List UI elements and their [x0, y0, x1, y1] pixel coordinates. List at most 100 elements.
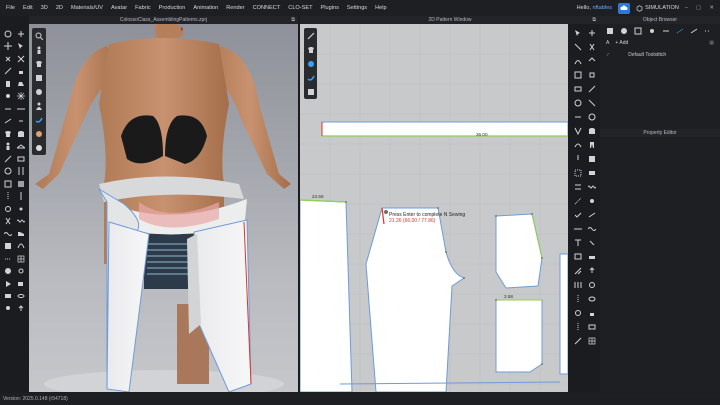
zipper-icon[interactable]: [4, 192, 13, 201]
pattern-side-top[interactable]: [495, 213, 543, 289]
garment-icon[interactable]: [4, 79, 13, 88]
select-icon[interactable]: [17, 42, 26, 51]
jacket-icon[interactable]: [17, 129, 26, 138]
menu-animation[interactable]: Animation: [189, 5, 222, 11]
menu-edit[interactable]: Edit: [19, 5, 37, 11]
simulate-icon[interactable]: [17, 29, 26, 38]
tape-icon[interactable]: [4, 117, 13, 126]
avatar-icon[interactable]: [4, 142, 13, 151]
rectangle-icon[interactable]: [573, 84, 582, 93]
pattern-lock-icon[interactable]: [588, 308, 597, 317]
piping-icon[interactable]: [17, 204, 26, 213]
pattern-button-icon[interactable]: [573, 308, 582, 317]
export-icon[interactable]: [17, 304, 26, 313]
trim-icon[interactable]: [4, 217, 13, 226]
tab-more-icon[interactable]: [704, 27, 712, 35]
fabric-display-icon[interactable]: [35, 87, 44, 96]
close-icon[interactable]: ✕: [709, 5, 714, 11]
edit-curve-icon[interactable]: [573, 56, 582, 65]
garment-panel-left[interactable]: [106, 221, 150, 392]
seam-allowance-icon[interactable]: [573, 168, 582, 177]
menu-connect[interactable]: CONNECT: [249, 5, 285, 11]
pattern-jacket-icon[interactable]: [588, 126, 597, 135]
texture-icon[interactable]: [4, 179, 13, 188]
hanger-icon[interactable]: [17, 142, 26, 151]
pose-icon[interactable]: [4, 167, 13, 176]
pattern-info-icon[interactable]: [588, 112, 597, 121]
arrange-icon[interactable]: [17, 54, 26, 63]
lock-icon[interactable]: [17, 67, 26, 76]
symmetry-icon[interactable]: [573, 294, 582, 303]
dart-icon[interactable]: [573, 126, 582, 135]
play-icon[interactable]: [4, 279, 13, 288]
menu-fabric[interactable]: Fabric: [131, 5, 155, 11]
list-item-default-topstitch[interactable]: ✓ Default Toolstitch: [600, 49, 720, 61]
video-icon[interactable]: [17, 279, 26, 288]
pattern-waistband[interactable]: [321, 121, 568, 137]
bird-icon[interactable]: [306, 73, 315, 82]
pattern-layer-icon[interactable]: [588, 322, 597, 331]
stretch-icon[interactable]: [17, 104, 26, 113]
topstitch-icon[interactable]: [4, 254, 13, 263]
menu-2d[interactable]: 2D: [52, 5, 67, 11]
pattern-pants-icon[interactable]: [588, 140, 597, 149]
internal-line-icon[interactable]: [573, 112, 582, 121]
grading-icon[interactable]: [573, 266, 582, 275]
shoes-icon[interactable]: [17, 229, 26, 238]
elastic-icon[interactable]: [17, 217, 26, 226]
offset-icon[interactable]: [588, 70, 597, 79]
strap-icon[interactable]: [17, 167, 26, 176]
tab-layers-icon[interactable]: [606, 27, 614, 35]
pattern-hide-icon[interactable]: [588, 294, 597, 303]
free-sewing-icon[interactable]: [573, 196, 582, 205]
snapshot-icon[interactable]: [17, 267, 26, 276]
tab-fabric-icon[interactable]: [634, 27, 642, 35]
menu-clo-set[interactable]: CLO-SET: [284, 5, 316, 11]
tab-elastic-icon[interactable]: [690, 27, 698, 35]
checked-icon[interactable]: ✓: [606, 52, 610, 58]
menu-production[interactable]: Production: [155, 5, 190, 11]
garment-display-icon[interactable]: [35, 59, 44, 68]
pattern-zipper-icon[interactable]: [573, 322, 582, 331]
3d-garment-viewport[interactable]: [29, 24, 298, 392]
pattern-export-icon[interactable]: [588, 266, 597, 275]
graphic-icon[interactable]: [4, 242, 13, 251]
pattern-shirt-icon[interactable]: [306, 45, 315, 54]
pattern-texture-icon[interactable]: [588, 154, 597, 163]
pattern-right-edge-piece[interactable]: [559, 253, 568, 375]
menu-file[interactable]: File: [2, 5, 19, 11]
user-name-link[interactable]: nftables: [593, 5, 613, 11]
pleat-icon[interactable]: [573, 280, 582, 289]
list-view-icon[interactable]: ▦: [709, 40, 714, 46]
simulation-button[interactable]: SIMULATION: [636, 4, 679, 12]
tab-texture-icon[interactable]: [648, 27, 656, 35]
pattern-pants-front[interactable]: [365, 207, 466, 392]
check-sewing-icon[interactable]: [573, 210, 582, 219]
measure-icon[interactable]: [4, 154, 13, 163]
fabric-icon[interactable]: [17, 179, 26, 188]
shirt-icon[interactable]: [4, 129, 13, 138]
avatar-display-icon[interactable]: [35, 45, 44, 54]
slash-spread-icon[interactable]: [588, 98, 597, 107]
menu-plugins[interactable]: Plugins: [317, 5, 343, 11]
menu-materials-uv[interactable]: Materials/UV: [67, 5, 107, 11]
notch-icon[interactable]: [573, 154, 582, 163]
text-tool-icon[interactable]: [573, 238, 582, 247]
2d-window-maximize-icon[interactable]: ⧉: [592, 16, 596, 24]
turntable-icon[interactable]: [17, 292, 26, 301]
hair-icon[interactable]: [17, 242, 26, 251]
pattern-print-icon[interactable]: [588, 252, 597, 261]
button-tool-icon[interactable]: [4, 204, 13, 213]
add-button[interactable]: + Add: [615, 40, 628, 46]
2d-pattern-window[interactable]: 36.00 23.58 3.58 Press Enter to complete…: [300, 24, 568, 392]
cloud-icon[interactable]: [618, 2, 631, 14]
light-icon[interactable]: [4, 304, 13, 313]
layer-icon[interactable]: [17, 154, 26, 163]
iron-icon[interactable]: [17, 79, 26, 88]
menu-help[interactable]: Help: [371, 5, 391, 11]
trace-icon[interactable]: [573, 140, 582, 149]
pattern-tape-icon[interactable]: [588, 210, 597, 219]
shrink-icon[interactable]: [17, 117, 26, 126]
grid-icon[interactable]: [17, 254, 26, 263]
arrange-2d-icon[interactable]: [588, 28, 597, 37]
